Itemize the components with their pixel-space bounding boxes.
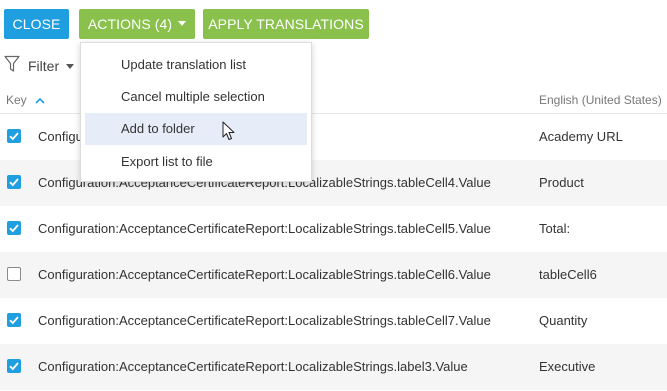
- row-key: Configuration:AcceptanceCertificateRepor…: [38, 313, 491, 328]
- row-checkbox[interactable]: [7, 221, 21, 235]
- sort-ascending-icon: [35, 93, 45, 107]
- column-header-key-label: Key: [6, 93, 27, 107]
- filter-dropdown[interactable]: Filter: [4, 55, 75, 78]
- column-header-english[interactable]: English (United States): [539, 93, 662, 107]
- table-row[interactable]: Configuration:AcceptanceCertificateRepor…: [0, 298, 667, 344]
- row-key: Configuration:AcceptanceCertificateRepor…: [38, 359, 468, 374]
- toolbar: CLOSE ACTIONS (4) APPLY TRANSLATIONS: [0, 0, 667, 48]
- row-key: Configuration:AcceptanceCertificateRepor…: [38, 267, 491, 282]
- table-row[interactable]: Configuration:AcceptanceCertificateRepor…: [0, 344, 667, 390]
- row-key: Configuration:AcceptanceCertificateRepor…: [38, 221, 491, 236]
- column-header-key[interactable]: Key: [6, 93, 45, 107]
- row-checkbox[interactable]: [7, 175, 21, 189]
- menu-item-update-translation-list[interactable]: Update translation list: [85, 49, 307, 81]
- menu-item-cancel-multiple-selection[interactable]: Cancel multiple selection: [85, 81, 307, 113]
- filter-label: Filter: [28, 58, 60, 74]
- row-checkbox[interactable]: [7, 129, 21, 143]
- row-value: Product: [539, 175, 584, 190]
- filter-icon: [4, 55, 20, 78]
- menu-item-export-list-to-file[interactable]: Export list to file: [85, 146, 307, 178]
- menu-item-add-to-folder[interactable]: Add to folder: [85, 113, 307, 145]
- row-value: Total:: [539, 221, 571, 236]
- row-checkbox[interactable]: [7, 359, 21, 373]
- row-value: Academy URL: [539, 129, 623, 144]
- close-button[interactable]: CLOSE: [4, 9, 69, 39]
- row-value: Quantity: [539, 313, 588, 328]
- row-value: tableCell6: [539, 267, 597, 282]
- table-row[interactable]: Configuration:AcceptanceCertificateRepor…: [0, 206, 667, 252]
- row-value: Executive: [539, 359, 596, 374]
- apply-translations-button[interactable]: APPLY TRANSLATIONS: [203, 9, 369, 39]
- actions-button-label: ACTIONS (4): [87, 16, 173, 32]
- row-checkbox[interactable]: [7, 267, 21, 281]
- chevron-down-icon: [66, 64, 75, 69]
- row-checkbox[interactable]: [7, 313, 21, 327]
- chevron-down-icon: [178, 20, 187, 26]
- actions-menu: Update translation list Cancel multiple …: [80, 42, 312, 182]
- actions-button[interactable]: ACTIONS (4): [79, 9, 195, 39]
- table-row[interactable]: Configuration:AcceptanceCertificateRepor…: [0, 252, 667, 298]
